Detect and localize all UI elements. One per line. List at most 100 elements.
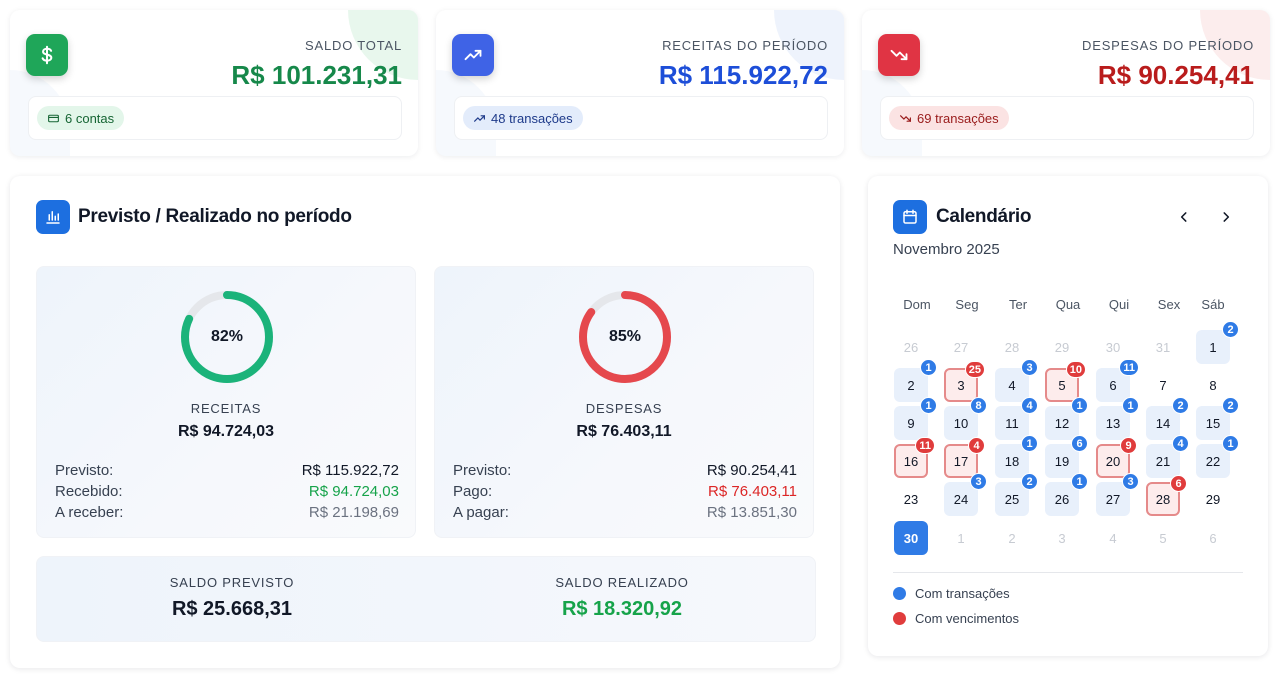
calendar-day[interactable]: 19 6 [1045, 435, 1088, 478]
calendar-panel: Calendário Novembro 2025 Dom Seg Ter Qua… [868, 176, 1268, 656]
day-count-badge: 2 [1222, 397, 1239, 414]
calendar-day[interactable]: 29 [1196, 482, 1230, 516]
receitas-details: Previsto: R$ 115.922,72 Recebido: R$ 94.… [55, 460, 399, 523]
accounts-badge-label: 6 contas [65, 110, 115, 126]
receitas-percent: 82% [210, 328, 244, 345]
calendar-day[interactable]: 2 [995, 521, 1029, 555]
card-label: DESPESAS DO PERÍODO [1082, 38, 1254, 53]
calendar-day[interactable]: 7 [1146, 368, 1180, 402]
chevron-left-icon [1180, 212, 1187, 222]
detail-value: R$ 94.724,03 [308, 483, 399, 500]
card-label: RECEITAS DO PERÍODO [662, 38, 828, 53]
calendar-day[interactable]: 28 [995, 330, 1029, 364]
calendar-day[interactable]: 11 4 [995, 397, 1038, 440]
day-number: 16 [903, 453, 919, 469]
day-count-badge: 25 [964, 361, 985, 378]
day-number: 31 [1155, 339, 1171, 355]
day-number: 4 [1109, 530, 1117, 546]
calendar-day[interactable]: 22 1 [1196, 435, 1239, 478]
day-count-badge: 10 [1065, 361, 1086, 378]
day-number: 11 [1005, 415, 1019, 431]
calendar-day[interactable]: 4 [1096, 521, 1130, 555]
calendar-day[interactable]: 3 [1045, 521, 1079, 555]
transactions-badge[interactable]: 48 transações [463, 106, 583, 130]
day-count-badge: 1 [1122, 397, 1139, 414]
calendar-day[interactable]: 1 [944, 521, 978, 555]
calendar-day[interactable]: 15 2 [1196, 397, 1239, 440]
calendar-day[interactable]: 13 1 [1096, 397, 1139, 440]
calendar-day[interactable]: 23 [894, 482, 928, 516]
day-number: 6 [1109, 377, 1117, 393]
day-count-badge: 6 [1170, 475, 1187, 492]
transactions-badge[interactable]: 69 transações [889, 106, 1009, 130]
receitas-box: 82% RECEITAS R$ 94.724,03 Previsto: R$ 1… [36, 266, 416, 538]
calendar-day[interactable]: 26 1 [1045, 473, 1088, 516]
calendar-day[interactable]: 14 2 [1146, 397, 1189, 440]
calendar-day[interactable]: 12 [1196, 321, 1239, 364]
calendar-day[interactable]: 20 9 [1096, 437, 1137, 478]
detail-value: R$ 13.851,30 [706, 504, 797, 521]
detail-label: A pagar: [453, 504, 509, 521]
card-despesas: DESPESAS DO PERÍODO R$ 90.254,41 69 tran… [862, 10, 1270, 156]
day-number: 2 [1008, 530, 1016, 546]
saldo-realizado: SALDO REALIZADO R$ 18.320,92 [427, 575, 817, 621]
calendar-day[interactable]: 28 6 [1146, 475, 1187, 516]
calendar-day[interactable]: 27 [944, 330, 978, 364]
next-month-button[interactable] [1215, 206, 1237, 228]
calendar-day[interactable]: 24 3 [944, 473, 987, 516]
detail-value: R$ 90.254,41 [706, 462, 797, 479]
calendar-day[interactable]: 25 2 [995, 473, 1038, 516]
day-count-badge: 2 [1021, 473, 1038, 490]
despesas-details: Previsto: R$ 90.254,41 Pago: R$ 76.403,1… [453, 460, 797, 523]
calendar-day[interactable]: 6 11 [1096, 359, 1139, 402]
calendar-day[interactable]: 10 8 [944, 397, 987, 440]
calendar-day[interactable]: 43 [995, 359, 1038, 402]
detail-row: A pagar: R$ 13.851,30 [453, 502, 797, 523]
calendar-day[interactable]: 18 1 [995, 435, 1038, 478]
calendar-day[interactable]: 5 10 [1045, 361, 1086, 402]
calendar-day[interactable]: 12 1 [1045, 397, 1088, 440]
detail-label: Previsto: [453, 462, 512, 479]
day-number: 4 [1008, 377, 1016, 393]
day-number: 25 [1004, 491, 1020, 507]
calendar-day[interactable]: 26 [894, 330, 928, 364]
day-number: 27 [1105, 491, 1121, 507]
calendar-day[interactable]: 27 3 [1096, 473, 1139, 516]
calendar-day[interactable]: 21 4 [1146, 435, 1189, 478]
calendar-day[interactable]: 5 [1146, 521, 1180, 555]
panel-title: Previsto / Realizado no período [78, 206, 352, 227]
accounts-badge[interactable]: 6 contas [37, 106, 125, 130]
detail-row: Previsto: R$ 115.922,72 [55, 460, 399, 481]
calendar-day[interactable]: 16 11 [894, 437, 935, 478]
calendar-day[interactable]: 8 [1196, 368, 1230, 402]
calendar-day[interactable]: 91 [894, 397, 937, 440]
calendar-day[interactable]: 3 25 [944, 361, 985, 402]
saldo-previsto-label: SALDO PREVISTO [169, 575, 295, 590]
calendar-day-today[interactable]: 30 [894, 521, 928, 555]
day-number: 10 [953, 415, 969, 431]
day-count-badge: 3 [1122, 473, 1139, 490]
day-number: 14 [1155, 415, 1171, 431]
calendar-day[interactable]: 6 [1196, 521, 1230, 555]
day-number: 29 [1054, 339, 1070, 355]
prev-month-button[interactable] [1173, 206, 1195, 228]
despesas-label: DESPESAS [585, 401, 663, 416]
calendar-day[interactable]: 17 4 [944, 437, 985, 478]
calendar-icon [893, 200, 927, 234]
card-saldo-total: SALDO TOTAL R$ 101.231,31 6 contas [10, 10, 418, 156]
detail-label: Pago: [453, 483, 493, 500]
calendar-day[interactable]: 29 [1045, 330, 1079, 364]
receitas-label: RECEITAS [190, 401, 262, 416]
legend-label: Com vencimentos [915, 611, 1020, 626]
legend-dot [893, 587, 906, 600]
despesas-box: 85% DESPESAS R$ 76.403,11 Previsto: R$ 9… [434, 266, 814, 538]
day-count-badge: 1 [1071, 397, 1088, 414]
detail-value: R$ 76.403,11 [708, 483, 797, 500]
day-count-badge: 2 [1222, 321, 1239, 338]
despesas-percent: 85% [608, 328, 642, 345]
calendar-day[interactable]: 21 [894, 359, 937, 402]
saldo-realizado-value: R$ 18.320,92 [561, 598, 683, 620]
legend-item: Com vencimentos [893, 611, 1019, 626]
chevron-right-icon [1223, 212, 1230, 222]
calendar-day[interactable]: 31 [1146, 330, 1180, 364]
